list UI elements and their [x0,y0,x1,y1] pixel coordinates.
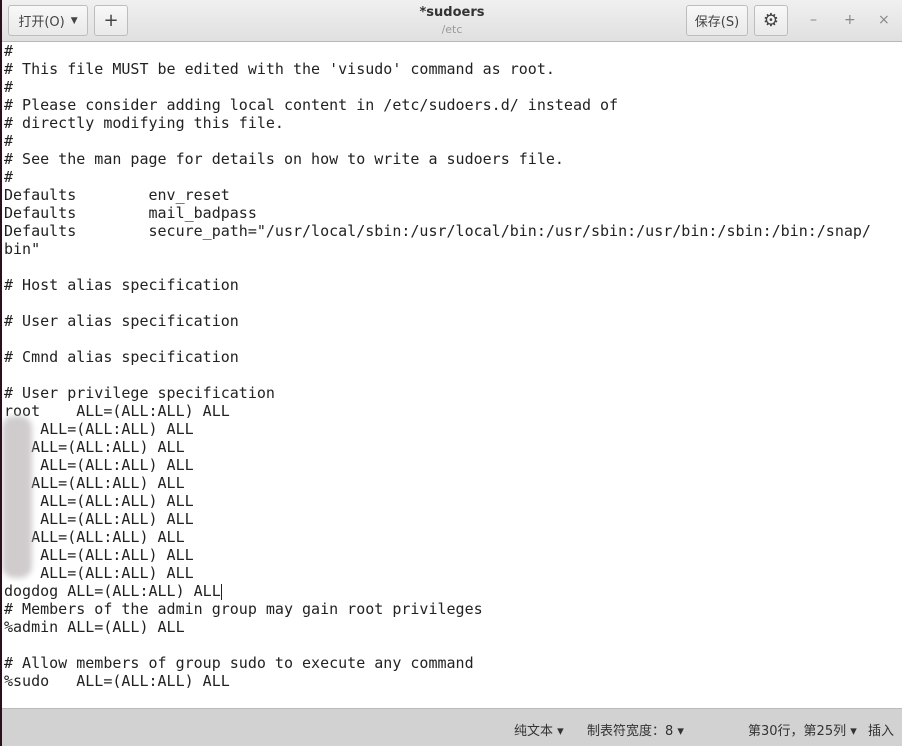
code-line: # Members of the admin group may gain ro… [4,600,483,618]
maximize-button[interactable]: + [844,12,856,28]
code-line: # User alias specification [4,312,239,330]
code-line: ALL=(ALL:ALL) ALL [4,456,194,474]
code-line: root ALL=(ALL:ALL) ALL [4,402,230,420]
new-tab-button[interactable]: + [94,5,128,36]
open-label: 打开(O) [18,15,65,30]
code-line: # [4,168,14,186]
open-button[interactable]: 打开(O) ▼ [8,5,88,36]
chevron-down-icon: ▼ [70,15,78,26]
document-path: /etc [441,23,463,36]
code-line: %admin ALL=(ALL) ALL [4,618,185,636]
gedit-window: 打开(O) ▼ + *sudoers /etc 保存(S) ⚙ – + × # # … [2,0,902,746]
text-editor[interactable]: # # This file MUST be edited with the 'vi… [2,42,902,708]
code-line: dogdog ALL=(ALL:ALL) ALL [4,582,222,600]
code-line: ALL=(ALL:ALL) ALL [4,474,185,492]
code-line: ALL=(ALL:ALL) ALL [4,492,194,510]
code-line: # [4,78,14,96]
code-line: %sudo ALL=(ALL:ALL) ALL [4,672,230,690]
code-line: # Host alias specification [4,276,239,294]
insert-mode: 插入 [868,724,895,739]
code-line: Defaults mail_badpass [4,204,257,222]
close-button[interactable]: × [878,12,890,28]
header-bar: 打开(O) ▼ + *sudoers /etc 保存(S) ⚙ – + × [2,0,902,42]
code-line: ALL=(ALL:ALL) ALL [4,438,185,456]
code-line: ALL=(ALL:ALL) ALL [4,420,194,438]
text-cursor [220,583,222,600]
status-bar: 纯文本 ▾ 制表符宽度：8 ▾ 第30行，第25列 ▾ 插入 [2,708,902,746]
code-line: # This file MUST be edited with the 'vis… [4,60,555,78]
tab-width-selector[interactable]: 制表符宽度：8 ▾ [587,720,684,739]
code-line: ALL=(ALL:ALL) ALL [4,528,185,546]
code-line: # Allow members of group sudo to execute… [4,654,474,672]
gear-icon[interactable]: ⚙ [754,5,788,36]
save-button[interactable]: 保存(S) [686,5,748,36]
code-line: # Cmnd alias specification [4,348,239,366]
code-line: Defaults env_reset [4,186,230,204]
code-line: ALL=(ALL:ALL) ALL [4,546,194,564]
document-title: *sudoers [419,5,485,20]
code-line: # directly modifying this file. [4,114,284,132]
code-line: ALL=(ALL:ALL) ALL [4,510,194,528]
code-line: # User privilege specification [4,384,275,402]
code-line: # [4,132,14,150]
code-line: # Please consider adding local content i… [4,96,619,114]
minimize-button[interactable]: – [810,12,817,28]
code-line: ALL=(ALL:ALL) ALL [4,564,194,582]
code-line: Defaults secure_path="/usr/local/sbin:/u… [4,222,871,240]
code-line: # [4,42,14,60]
code-line: bin" [4,240,41,258]
code-line: # See the man page for details on how to… [4,150,564,168]
redacted-blur [2,416,32,578]
cursor-position-selector[interactable]: 第30行，第25列 ▾ [748,720,857,739]
language-selector[interactable]: 纯文本 ▾ [514,720,564,739]
